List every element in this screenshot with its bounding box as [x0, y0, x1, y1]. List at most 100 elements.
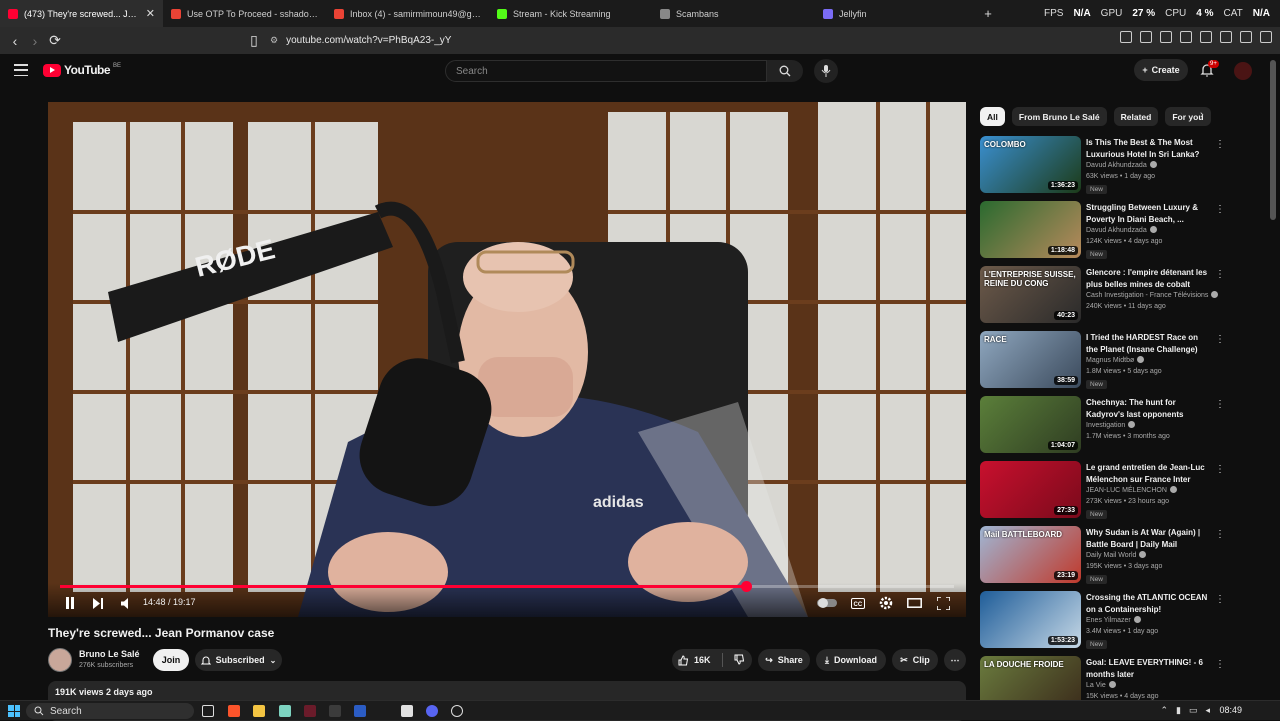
- more-options-icon[interactable]: ⋮: [1215, 594, 1225, 605]
- like-button[interactable]: 16K: [678, 654, 711, 666]
- share-button[interactable]: ↪ Share: [758, 649, 810, 671]
- recommendation-item[interactable]: COLOMBO 1:36:23 Is This The Best & The Mos…: [980, 136, 1225, 194]
- back-button[interactable]: ‹: [5, 31, 25, 51]
- theater-mode-button[interactable]: [905, 595, 923, 611]
- recommendation-item[interactable]: 1:04:07 Chechnya: The hunt for Kadyrov's …: [980, 396, 1225, 454]
- more-options-icon[interactable]: ⋮: [1215, 659, 1225, 670]
- video-thumbnail[interactable]: 1:18:48: [980, 201, 1081, 258]
- video-thumbnail[interactable]: Mail BATTLEBOARD 23:19: [980, 526, 1081, 583]
- recommendation-title[interactable]: Goal: LEAVE EVERYTHING! - 6 months later: [1086, 657, 1208, 681]
- recommendation-channel[interactable]: Magnus Midtbø: [1086, 356, 1145, 364]
- chevron-right-icon[interactable]: ›: [1200, 109, 1204, 121]
- recommendation-item[interactable]: 27:33 Le grand entretien de Jean-Luc Méle…: [980, 461, 1225, 519]
- more-options-icon[interactable]: ⋮: [1215, 334, 1225, 345]
- network-icon[interactable]: ▭: [1189, 705, 1198, 716]
- recommendation-item[interactable]: L'ENTREPRISE SUISSE, REINE DU CONG 40:23 G…: [980, 266, 1225, 324]
- filter-chip[interactable]: Related: [1113, 107, 1159, 126]
- more-options-icon[interactable]: ⋮: [1215, 399, 1225, 410]
- video-thumbnail[interactable]: 1:04:07: [980, 396, 1081, 453]
- windows-start-icon[interactable]: [8, 705, 20, 717]
- microphone-icon[interactable]: ▮: [1176, 705, 1181, 716]
- url-field[interactable]: ⚙ youtube.com/watch?v=PhBqA23-_yY: [270, 30, 990, 50]
- recommendation-channel[interactable]: La Vie: [1086, 681, 1116, 689]
- pause-button[interactable]: [62, 595, 78, 611]
- app-icon[interactable]: [451, 705, 463, 717]
- search-input[interactable]: Search: [445, 60, 767, 82]
- voice-search-button[interactable]: [814, 59, 838, 83]
- app-icon[interactable]: [329, 705, 341, 717]
- recommendation-channel[interactable]: Cash Investigation - France Télévisions: [1086, 291, 1219, 299]
- site-info-icon[interactable]: ⚙: [270, 35, 278, 46]
- music-icon[interactable]: [1160, 31, 1172, 43]
- bookmark-icon[interactable]: ▯: [244, 31, 264, 51]
- chevron-up-icon[interactable]: ⌃: [1160, 705, 1168, 716]
- video-thumbnail[interactable]: 27:33: [980, 461, 1081, 518]
- forward-button[interactable]: ›: [25, 31, 45, 51]
- fullscreen-button[interactable]: [934, 595, 952, 611]
- autoplay-toggle[interactable]: [816, 595, 838, 611]
- video-thumbnail[interactable]: 1:53:23: [980, 591, 1081, 648]
- recommendation-channel[interactable]: Davud Akhundzada: [1086, 226, 1157, 234]
- settings-button[interactable]: [877, 595, 895, 611]
- recommendation-title[interactable]: Crossing the ATLANTIC OCEAN on a Contain…: [1086, 592, 1208, 616]
- app-icon[interactable]: [401, 705, 413, 717]
- extension-icon[interactable]: [1120, 31, 1132, 43]
- word-icon[interactable]: [354, 705, 366, 717]
- create-button[interactable]: + Create: [1134, 59, 1188, 81]
- speaker-icon[interactable]: ◂: [1205, 705, 1210, 716]
- recommendation-item[interactable]: 1:53:23 Crossing the ATLANTIC OCEAN on a …: [980, 591, 1225, 649]
- scrollbar[interactable]: [1270, 60, 1276, 220]
- brave-browser-icon[interactable]: [228, 705, 240, 717]
- dislike-button[interactable]: [734, 654, 745, 667]
- filter-chip[interactable]: From Bruno Le Salé: [1011, 107, 1107, 126]
- recommendation-item[interactable]: 1:18:48 Struggling Between Luxury & Pover…: [980, 201, 1225, 259]
- recommendation-title[interactable]: Struggling Between Luxury & Poverty In D…: [1086, 202, 1208, 226]
- recommendation-title[interactable]: Why Sudan is At War (Again) | Battle Boa…: [1086, 527, 1208, 551]
- discord-icon[interactable]: [426, 705, 438, 717]
- browser-tab[interactable]: Jellyfin: [815, 0, 978, 27]
- hamburger-menu-icon[interactable]: [14, 64, 28, 76]
- youtube-logo[interactable]: YouTube BE: [43, 63, 121, 77]
- seek-bar[interactable]: [60, 581, 954, 592]
- recommendation-channel[interactable]: Davud Akhundzada: [1086, 161, 1157, 169]
- subtitles-button[interactable]: CC: [849, 595, 867, 611]
- join-button[interactable]: Join: [153, 649, 189, 671]
- more-actions-button[interactable]: ⋯: [944, 649, 966, 671]
- more-options-icon[interactable]: ⋮: [1215, 139, 1225, 150]
- more-options-icon[interactable]: ⋮: [1215, 529, 1225, 540]
- app-icon[interactable]: [304, 705, 316, 717]
- recommendation-channel[interactable]: Daily Mail World: [1086, 551, 1147, 559]
- vpn-icon[interactable]: [1240, 31, 1252, 43]
- subscribed-button[interactable]: Subscribed ⌄: [195, 649, 282, 671]
- app-icon[interactable]: [279, 705, 291, 717]
- recommendation-channel[interactable]: Investigation: [1086, 421, 1136, 429]
- recommendation-title[interactable]: Chechnya: The hunt for Kadyrov's last op…: [1086, 397, 1208, 421]
- file-explorer-icon[interactable]: [253, 705, 265, 717]
- recommendation-title[interactable]: Le grand entretien de Jean-Luc Mélenchon…: [1086, 462, 1208, 486]
- browser-tab[interactable]: (473) They're screwed... Jean ✕: [0, 0, 163, 27]
- more-options-icon[interactable]: ⋮: [1215, 269, 1225, 280]
- video-thumbnail[interactable]: COLOMBO 1:36:23: [980, 136, 1081, 193]
- channel-name[interactable]: Bruno Le Salé: [79, 649, 140, 659]
- channel-avatar[interactable]: [48, 648, 72, 672]
- download-button[interactable]: ⤓ Download: [816, 649, 886, 671]
- browser-tab[interactable]: Scambans: [652, 0, 815, 27]
- new-tab-button[interactable]: +: [978, 6, 998, 21]
- video-player[interactable]: RØDE adidas 14:48 / 19:17 CC: [48, 102, 966, 617]
- sidebar-icon[interactable]: [1180, 31, 1192, 43]
- recommendation-channel[interactable]: Enes Yilmazer: [1086, 616, 1141, 624]
- recommendation-item[interactable]: Mail BATTLEBOARD 23:19 Why Sudan is At War…: [980, 526, 1225, 584]
- wallet-icon[interactable]: [1200, 31, 1212, 43]
- recommendation-title[interactable]: Glencore : l'empire détenant les plus be…: [1086, 267, 1208, 291]
- leo-icon[interactable]: [1220, 31, 1232, 43]
- taskbar-search[interactable]: Search: [26, 703, 194, 719]
- more-options-icon[interactable]: ⋮: [1215, 464, 1225, 475]
- browser-tab[interactable]: Use OTP To Proceed - sshadowmimo: [163, 0, 326, 27]
- volume-button[interactable]: [118, 595, 134, 611]
- video-thumbnail[interactable]: RACE 38:59: [980, 331, 1081, 388]
- browser-tab[interactable]: Stream - Kick Streaming: [489, 0, 652, 27]
- filter-chip[interactable]: All: [980, 107, 1005, 126]
- extension-icon[interactable]: [1140, 31, 1152, 43]
- recommendation-item[interactable]: RACE 38:59 I Tried the HARDEST Race on the…: [980, 331, 1225, 389]
- task-view-icon[interactable]: [202, 705, 214, 717]
